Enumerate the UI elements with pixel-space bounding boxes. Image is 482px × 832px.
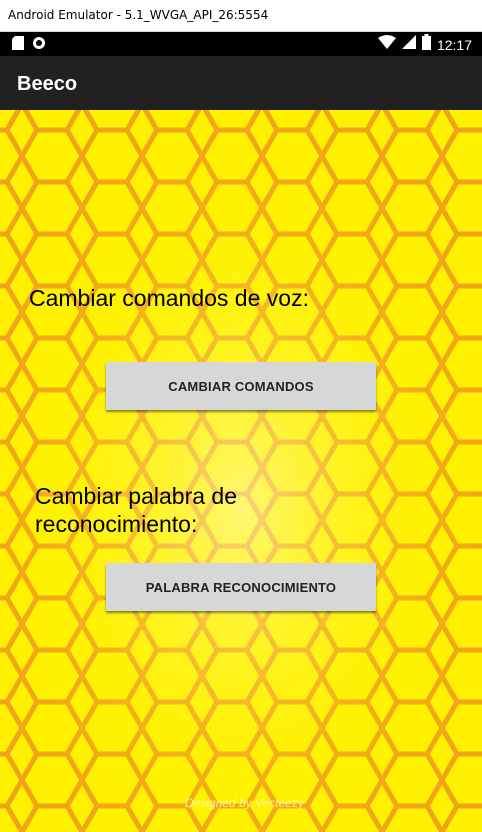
background-watermark: Designed by Vecteezy	[185, 796, 304, 810]
recognition-word-label-line2: reconocimiento:	[35, 511, 198, 537]
signal-icon	[401, 35, 416, 54]
change-commands-button[interactable]: CAMBIAR COMANDOS	[106, 362, 376, 410]
honeycomb-background	[0, 110, 482, 832]
battery-icon	[421, 34, 431, 55]
main-content: Cambiar comandos de voz: CAMBIAR COMANDO…	[0, 110, 482, 832]
recognition-word-label-line1: Cambiar palabra de	[35, 483, 238, 509]
emulator-window-title: Android Emulator - 5.1_WVGA_API_26:5554	[8, 8, 269, 22]
status-bar: 12:17	[0, 32, 482, 56]
record-icon	[32, 36, 46, 55]
status-clock: 12:17	[436, 36, 472, 53]
recognition-word-button[interactable]: PALABRA RECONOCIMIENTO	[106, 563, 376, 611]
sd-card-icon	[12, 36, 24, 55]
app-bar: Beeco	[0, 56, 482, 110]
recognition-word-label: Cambiar palabra de reconocimiento:	[35, 482, 237, 538]
voice-commands-label: Cambiar comandos de voz:	[29, 285, 309, 311]
app-title: Beeco	[17, 73, 78, 95]
emulator-title-bar: Android Emulator - 5.1_WVGA_API_26:5554	[0, 0, 482, 32]
device-screen: 12:17 Beeco Cambiar comandos de voz: CAM…	[0, 32, 482, 832]
wifi-icon	[377, 35, 396, 54]
